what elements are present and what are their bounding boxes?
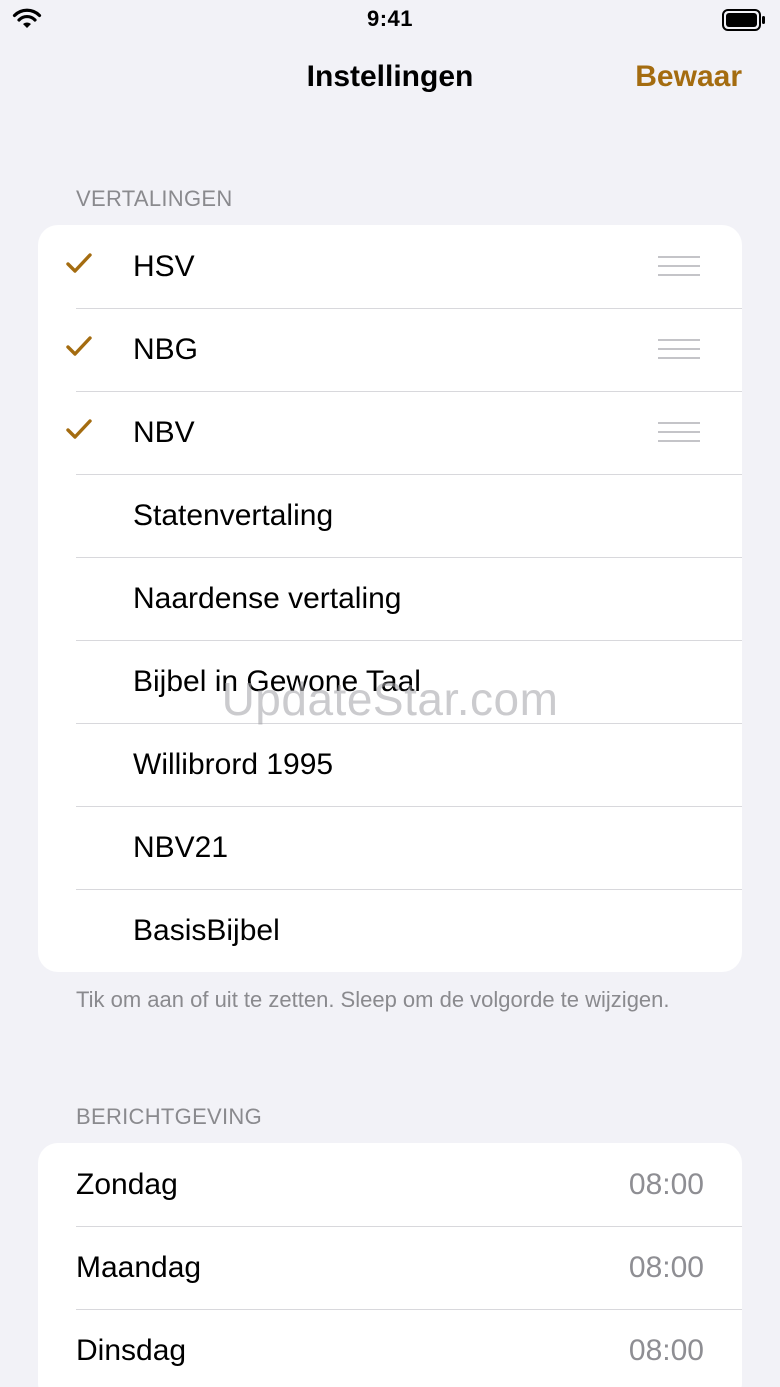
translation-label: NBV21 bbox=[133, 830, 229, 864]
notification-row-maandag[interactable]: Maandag 08:00 bbox=[38, 1226, 742, 1309]
notification-day: Maandag bbox=[76, 1250, 202, 1284]
notification-day: Dinsdag bbox=[76, 1333, 187, 1367]
notification-time: 08:00 bbox=[628, 1333, 704, 1367]
status-time: 9:41 bbox=[366, 6, 414, 31]
translation-row-nbv21[interactable]: NBV21 bbox=[38, 806, 742, 889]
notification-day: Zondag bbox=[76, 1167, 178, 1201]
translation-label: Statenvertaling bbox=[133, 498, 334, 532]
notification-time: 08:00 bbox=[628, 1167, 704, 1201]
status-bar: 9:41 bbox=[0, 0, 780, 40]
translation-row-willibrord[interactable]: Willibrord 1995 bbox=[38, 723, 742, 806]
translations-header: VERTALINGEN bbox=[76, 186, 233, 211]
notification-time: 08:00 bbox=[628, 1250, 704, 1284]
notification-row-zondag[interactable]: Zondag 08:00 bbox=[38, 1143, 742, 1226]
drag-handle-icon[interactable] bbox=[658, 256, 700, 278]
drag-handle-icon[interactable] bbox=[658, 339, 700, 361]
checkmark-icon bbox=[66, 336, 92, 356]
checkmark-icon bbox=[66, 419, 92, 439]
drag-handle-icon[interactable] bbox=[658, 422, 700, 444]
translation-label: HSV bbox=[133, 249, 195, 283]
battery-icon bbox=[722, 9, 765, 31]
translation-label: NBG bbox=[133, 332, 199, 366]
translation-label: Bijbel in Gewone Taal bbox=[133, 664, 421, 698]
translation-row-bgt[interactable]: Bijbel in Gewone Taal bbox=[38, 640, 742, 723]
translation-row-nbg[interactable]: NBG bbox=[38, 308, 742, 391]
checkmark-icon bbox=[66, 253, 92, 273]
translations-footer: Tik om aan of uit te zetten. Sleep om de… bbox=[76, 987, 670, 1012]
translation-label: NBV bbox=[133, 415, 195, 449]
notifications-list: Zondag 08:00 Maandag 08:00 Dinsdag 08:00 bbox=[38, 1143, 742, 1387]
notification-row-dinsdag[interactable]: Dinsdag 08:00 bbox=[38, 1309, 742, 1387]
save-button[interactable]: Bewaar bbox=[635, 60, 742, 94]
translation-row-statenvertaling[interactable]: Statenvertaling bbox=[38, 474, 742, 557]
translation-row-nbv[interactable]: NBV bbox=[38, 391, 742, 474]
translation-label: BasisBijbel bbox=[133, 913, 280, 947]
translation-row-hsv[interactable]: HSV bbox=[38, 225, 742, 308]
settings-screen: 9:41 Instellingen Bewaar VERTALINGEN HSV… bbox=[0, 0, 780, 1387]
translation-row-naardense[interactable]: Naardense vertaling bbox=[38, 557, 742, 640]
translations-list: HSV NBG NBV Statenvertaling Naardense ve… bbox=[38, 225, 742, 972]
notifications-header: BERICHTGEVING bbox=[76, 1104, 263, 1129]
translation-row-basisbijbel[interactable]: BasisBijbel bbox=[38, 889, 742, 972]
translation-label: Naardense vertaling bbox=[133, 581, 402, 615]
translation-label: Willibrord 1995 bbox=[133, 747, 334, 781]
